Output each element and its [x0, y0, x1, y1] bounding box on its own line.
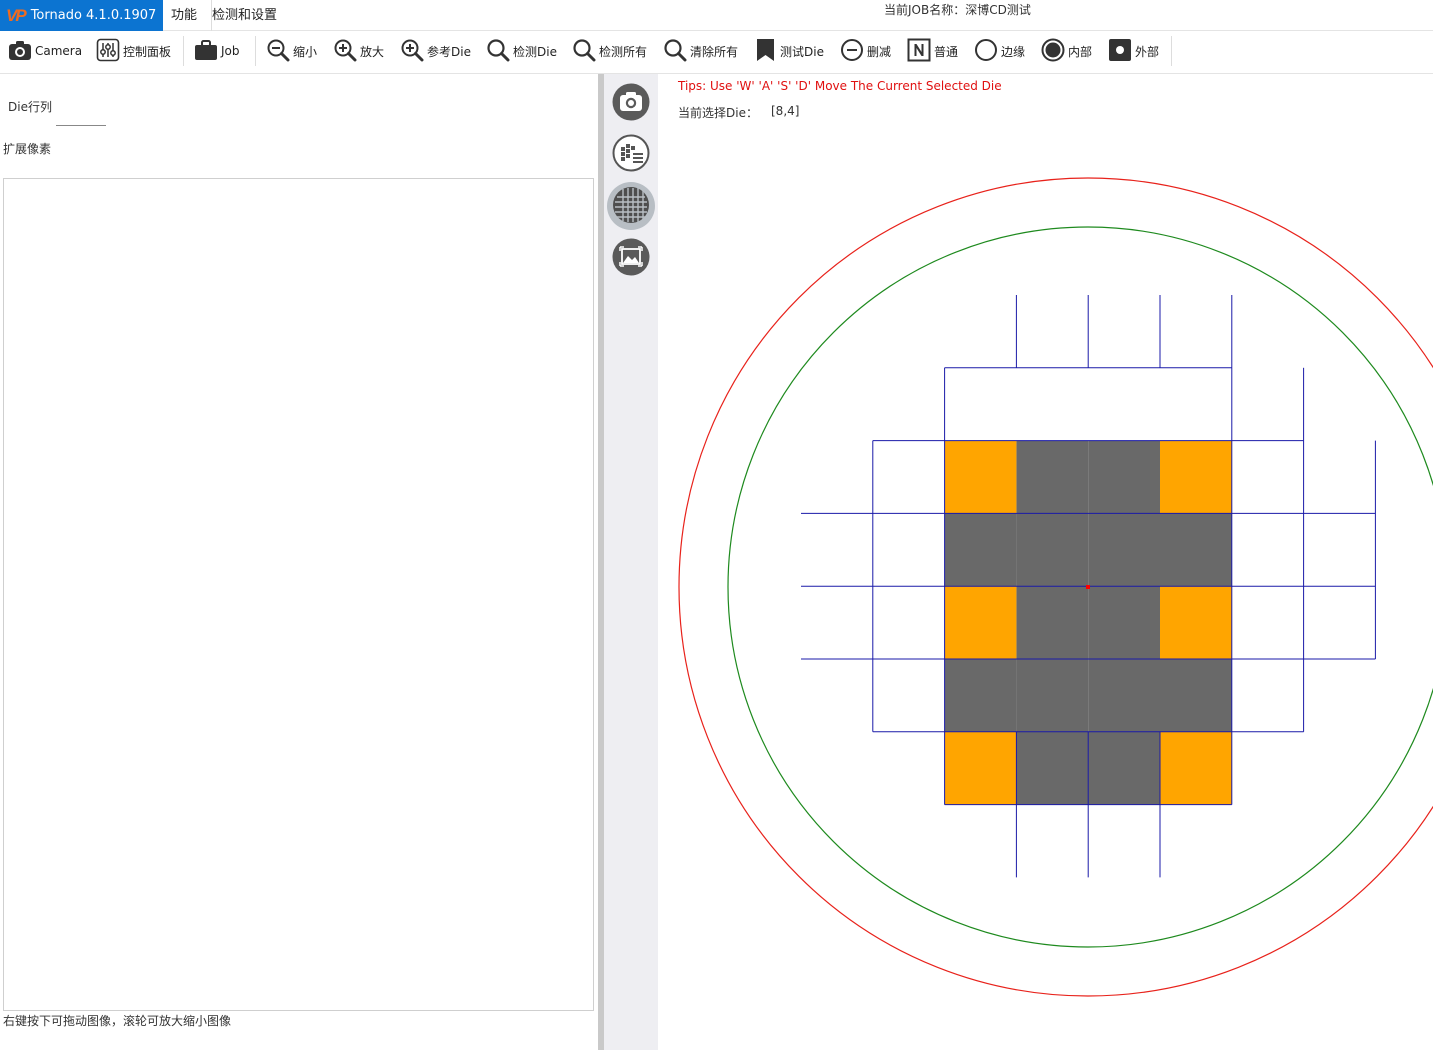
briefcase-icon: [194, 39, 218, 64]
test-die-cell[interactable]: [944, 659, 1017, 732]
reduce-label: 删减: [867, 44, 892, 59]
image-frame-icon: [612, 238, 650, 279]
reference-die-cell[interactable]: [1160, 440, 1232, 514]
test-die-cell[interactable]: [1016, 731, 1089, 805]
ring-icon: [974, 38, 998, 65]
reference-die-cell[interactable]: [1160, 731, 1232, 805]
normal-label: 普通: [934, 44, 959, 59]
edge-button[interactable]: 边缘: [974, 31, 1025, 71]
menu-detection-settings[interactable]: 检测和设置: [211, 0, 277, 31]
zoom-out-label: 缩小: [293, 44, 318, 59]
image-frame-view-button[interactable]: [612, 238, 650, 279]
zoom-in-label: 放大: [360, 44, 385, 59]
reference-die-button[interactable]: 参考Die: [400, 31, 471, 71]
test-die-label: 测试Die: [780, 44, 824, 59]
test-die-cell[interactable]: [1016, 513, 1089, 587]
search-icon: [486, 38, 510, 65]
control-panel-button[interactable]: 控制面板: [96, 31, 171, 71]
reference-die-cell[interactable]: [944, 731, 1017, 805]
wafer-view[interactable]: Tips: Use 'W' 'A' 'S' 'D' Move The Curre…: [658, 74, 1433, 1050]
reference-die-cell[interactable]: [944, 440, 1017, 514]
tips-text: Tips: Use 'W' 'A' 'S' 'D' Move The Curre…: [678, 79, 1002, 93]
selected-die-label: 当前选择Die：: [678, 106, 758, 120]
test-die-cell[interactable]: [1088, 659, 1160, 732]
die-rowcol-label: Die行列: [8, 100, 52, 114]
normal-button[interactable]: 普通: [907, 31, 958, 71]
expand-pixel-label: 扩展像素: [3, 142, 52, 156]
test-die-cell[interactable]: [1088, 440, 1160, 514]
job-button[interactable]: Job: [194, 31, 240, 71]
detect-all-label: 检测所有: [599, 44, 648, 59]
camera-icon: [8, 39, 32, 64]
clear-all-label: 清除所有: [690, 44, 739, 59]
camera-view-button[interactable]: [612, 83, 650, 124]
test-die-cell[interactable]: [1016, 586, 1089, 659]
detect-all-button[interactable]: 检测所有: [572, 31, 647, 71]
wafer-center-mark: [1086, 585, 1090, 589]
toolbar: Camera 控制面板 Job 缩小 放大 参考Die 检测Die 检测所有 清…: [0, 31, 1433, 74]
bookmark-icon: [755, 38, 777, 65]
current-job-label: 当前JOB名称：: [884, 3, 966, 17]
test-die-cell[interactable]: [1016, 659, 1089, 732]
zoom-out-icon: [266, 38, 290, 65]
menu-bar: VP Tornado 4.1.0.1907 功能 检测和设置 当前JOB名称：深…: [0, 0, 1433, 31]
zoom-in-button[interactable]: 放大: [333, 31, 384, 71]
die-rowcol-input[interactable]: [56, 114, 106, 126]
detect-die-label: 检测Die: [513, 44, 557, 59]
zoom-plus-icon: [400, 38, 424, 65]
sliders-icon: [96, 38, 120, 65]
job-label: Job: [221, 44, 240, 58]
test-die-cell[interactable]: [1088, 586, 1160, 659]
toolbar-divider: [255, 36, 256, 66]
current-job-name: 深博CD测试: [965, 3, 1031, 17]
edge-label: 边缘: [1001, 44, 1026, 59]
zoom-out-button[interactable]: 缩小: [266, 31, 317, 71]
reference-die-cell[interactable]: [944, 586, 1017, 659]
zoom-in-icon: [333, 38, 357, 65]
outer-label: 外部: [1135, 44, 1160, 59]
app-title: Tornado 4.1.0.1907: [30, 8, 157, 23]
wafer-grid-icon: [612, 186, 650, 227]
image-hint: 右键按下可拖动图像，滚轮可放大缩小图像: [3, 1014, 232, 1028]
search-icon: [663, 38, 687, 65]
reference-die-cell[interactable]: [1160, 586, 1232, 659]
camera-label: Camera: [35, 44, 83, 58]
wafer-map[interactable]: [658, 74, 1433, 1050]
outer-button[interactable]: 外部: [1108, 31, 1159, 71]
toolbar-divider: [1171, 36, 1172, 66]
reduce-button[interactable]: 删减: [840, 31, 891, 71]
camera-button[interactable]: Camera: [8, 31, 82, 71]
wafer-grid-view-button[interactable]: [607, 182, 655, 230]
test-die-cell[interactable]: [1160, 513, 1232, 587]
menu-function[interactable]: 功能: [171, 0, 197, 31]
camera-icon: [612, 83, 650, 124]
test-die-cell[interactable]: [1088, 513, 1160, 587]
view-switcher: [604, 74, 658, 1050]
test-die-cell[interactable]: [1016, 440, 1089, 514]
detect-die-button[interactable]: 检测Die: [486, 31, 557, 71]
inner-label: 内部: [1068, 44, 1093, 59]
die-list-icon: [612, 134, 650, 175]
die-map-view-button[interactable]: [612, 134, 650, 175]
test-die-button[interactable]: 测试Die: [755, 31, 824, 71]
n-box-icon: [907, 38, 931, 65]
image-view[interactable]: [3, 178, 594, 1011]
filled-ring-icon: [1041, 38, 1065, 65]
test-die-cell[interactable]: [1088, 731, 1160, 805]
left-panel: Die行列 扩展像素 右键按下可拖动图像，滚轮可放大缩小图像: [0, 74, 598, 1050]
minus-circle-icon: [840, 38, 864, 65]
inner-button[interactable]: 内部: [1041, 31, 1092, 71]
reference-die-label: 参考Die: [427, 44, 471, 59]
test-die-cell[interactable]: [944, 513, 1017, 587]
app-badge[interactable]: VP Tornado 4.1.0.1907: [0, 0, 163, 31]
current-job: 当前JOB名称：深博CD测试: [884, 0, 1031, 22]
clear-all-button[interactable]: 清除所有: [663, 31, 738, 71]
square-dot-icon: [1108, 38, 1132, 65]
toolbar-divider: [183, 36, 184, 66]
app-logo: VP: [6, 5, 27, 25]
test-die-cell[interactable]: [1160, 659, 1232, 732]
control-panel-label: 控制面板: [123, 44, 172, 59]
search-icon: [572, 38, 596, 65]
selected-die-value: [8,4]: [771, 104, 800, 118]
